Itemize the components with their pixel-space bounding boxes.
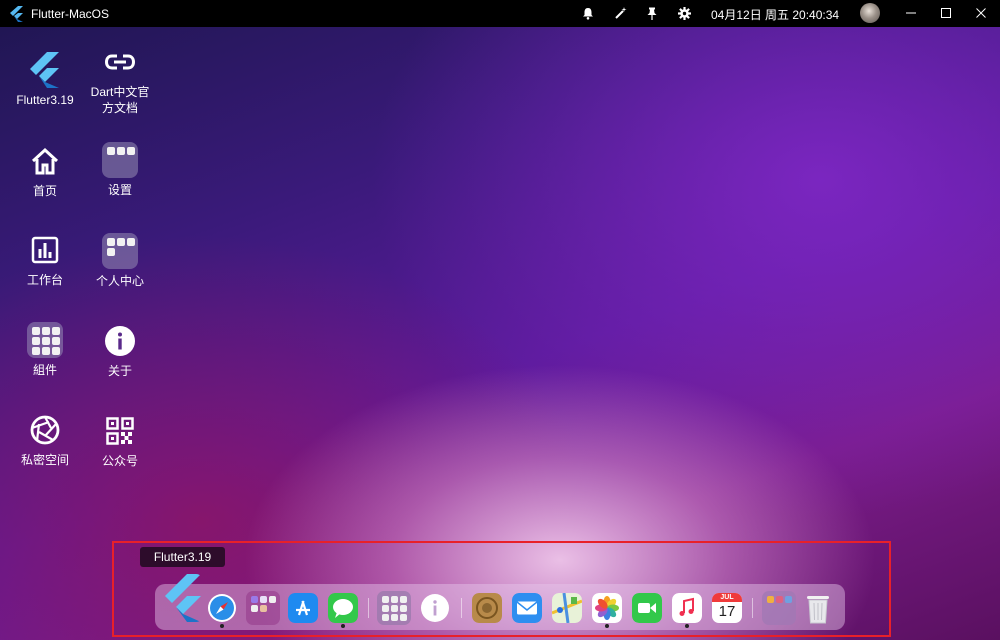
desktop-item-components[interactable]: 組件 (7, 322, 83, 378)
dock-app-facetime[interactable] (632, 593, 662, 623)
desktop-label: Flutter3.19 (16, 93, 74, 107)
dock-app-safari[interactable] (207, 593, 237, 623)
desktop-item-home[interactable]: 首页 (7, 143, 83, 199)
avatar[interactable] (860, 3, 880, 23)
dock-app-photos[interactable] (592, 593, 622, 623)
link-icon (102, 44, 138, 80)
desktop-label: 关于 (107, 364, 132, 378)
desktop-label: 个人中心 (95, 274, 144, 288)
dock-running-indicator (220, 624, 224, 628)
dock-folder[interactable] (246, 591, 280, 625)
home-icon (27, 143, 63, 179)
desktop-label: Dart中文官方文档 (90, 85, 150, 115)
desktop-item-settings[interactable]: 设置 (82, 142, 158, 198)
desktop-label: 私密空间 (20, 453, 69, 467)
dock-app-music[interactable] (672, 593, 702, 623)
dock-app-maps[interactable] (552, 593, 582, 623)
dock-tooltip: Flutter3.19 (140, 547, 225, 567)
folder-icon (102, 233, 138, 269)
dock-app-store[interactable] (288, 593, 318, 623)
calendar-month: JUL (712, 593, 742, 602)
minimize-icon[interactable] (904, 6, 918, 20)
aperture-icon (27, 412, 63, 448)
desktop-item-private-space[interactable]: 私密空间 (7, 412, 83, 468)
dock-separator (752, 598, 753, 618)
desktop-item-workbench[interactable]: 工作台 (7, 232, 83, 288)
bar-chart-icon (27, 232, 63, 268)
desktop-item-flutter[interactable]: Flutter3.19 (7, 52, 83, 108)
dock-app-launchpad[interactable] (472, 593, 502, 623)
magic-wand-icon[interactable] (613, 6, 627, 20)
dock-app-messages[interactable] (328, 593, 358, 623)
pin-icon[interactable] (645, 6, 659, 20)
desktop-item-about[interactable]: 关于 (82, 323, 158, 379)
desktop-label: 組件 (32, 363, 57, 377)
dock-app-flutter[interactable] (163, 574, 203, 622)
gear-icon[interactable] (677, 6, 691, 20)
app-title: Flutter-MacOS (31, 6, 110, 21)
folder-icon (102, 142, 138, 178)
dock-running-indicator (685, 624, 689, 628)
desktop-item-dart-docs[interactable]: Dart中文官方文档 (82, 44, 158, 116)
dock-app-info[interactable] (420, 593, 450, 623)
desktop-label: 首页 (32, 184, 57, 198)
close-icon[interactable] (974, 6, 988, 20)
dock-app-trash[interactable] (804, 593, 832, 625)
flutter-icon (27, 52, 63, 88)
dock-app-calendar[interactable]: JUL 17 (712, 593, 742, 623)
desktop-label: 设置 (107, 183, 132, 197)
qr-code-icon (102, 413, 138, 449)
desktop-item-official-account[interactable]: 公众号 (82, 413, 158, 469)
clock: 04月12日 周五 20:40:34 (711, 8, 840, 22)
dock-running-indicator (341, 624, 345, 628)
dock-folder[interactable] (377, 591, 411, 625)
dock-separator (368, 598, 369, 618)
title-bar: Flutter-MacOS (0, 0, 1000, 27)
folder-icon (27, 322, 63, 358)
dock-folder[interactable] (762, 591, 796, 625)
dock-running-indicator (605, 624, 609, 628)
flutter-logo-icon (10, 5, 23, 22)
bell-icon[interactable] (581, 6, 595, 20)
dock-separator (461, 598, 462, 618)
calendar-day: 17 (718, 603, 736, 620)
desktop-label: 工作台 (26, 273, 63, 287)
desktop-label: 公众号 (101, 454, 138, 468)
maximize-icon[interactable] (939, 6, 953, 20)
desktop-item-personal[interactable]: 个人中心 (82, 233, 158, 289)
info-icon (102, 323, 138, 359)
dock-app-mail[interactable] (512, 593, 542, 623)
